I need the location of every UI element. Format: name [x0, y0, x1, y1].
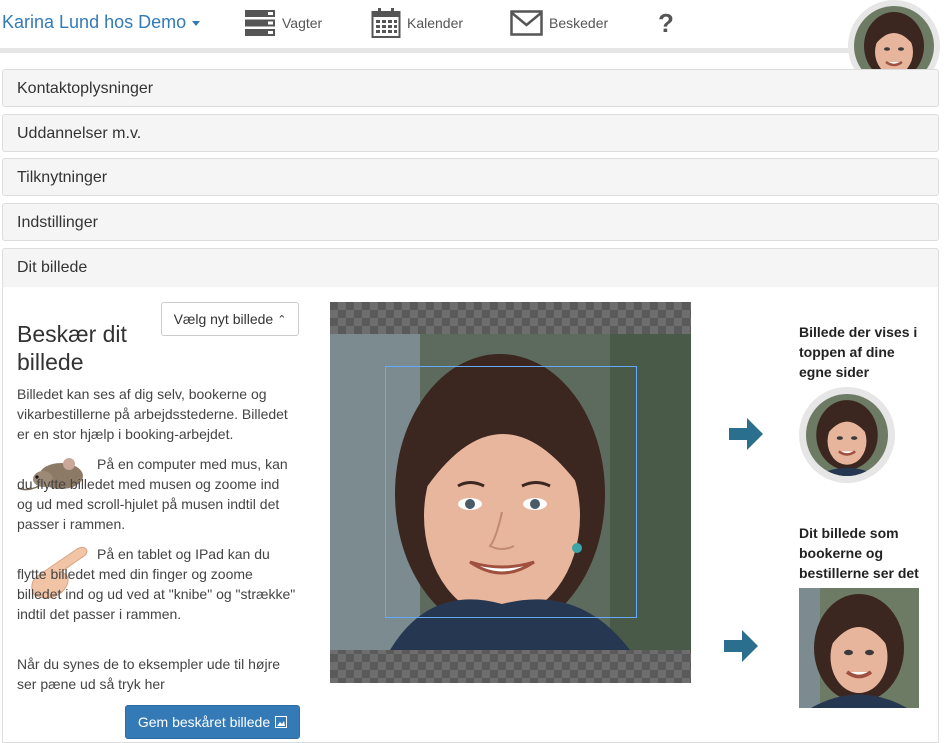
nav-label: Beskeder — [549, 15, 609, 31]
preview-circle-avatar — [799, 387, 895, 483]
save-button-label: Gem beskåret billede — [137, 714, 271, 730]
nav-item-beskeder[interactable]: Beskeder — [510, 6, 608, 40]
panel-indstillinger[interactable]: Indstillinger — [2, 203, 939, 241]
panel-tilknytninger[interactable]: Tilknytninger — [2, 158, 939, 196]
panel-title: Indstillinger — [17, 214, 98, 231]
choose-button-label: Vælg nyt billede — [173, 311, 274, 327]
preview-top-label: Billede der vises i toppen af dine egne … — [799, 324, 918, 380]
preview-square-photo — [799, 588, 919, 708]
nav-item-vagter[interactable]: Vagter — [244, 6, 322, 40]
panel-title: Dit billede — [17, 259, 88, 276]
calendar-icon — [371, 8, 401, 38]
panel-uddannelser[interactable]: Uddannelser m.v. — [2, 114, 939, 152]
crop-heading: Beskær dit billede — [17, 321, 127, 375]
panel-title: Tilknytninger — [17, 169, 108, 186]
nav-label: Vagter — [282, 15, 323, 31]
tablet-instruction-text: På en tablet og IPad kan du flytte bille… — [17, 546, 296, 622]
final-instruction-text: Når du synes de to eksempler ude til høj… — [17, 656, 281, 692]
preview-booker-label: Dit billede som bookerne og bestillerne … — [799, 525, 919, 581]
mouse-instruction-text: På en computer med mus, kan du flytte bi… — [17, 456, 288, 532]
panel-title: Uddannelser m.v. — [17, 125, 142, 142]
navbar-divider — [0, 48, 850, 53]
double-chevron-up-icon: ⌃ — [277, 313, 287, 326]
crop-frame[interactable] — [385, 366, 637, 618]
top-navbar: Karina Lund hos Demo Vagter Kalender Bes — [0, 0, 945, 48]
panel-kontaktoplysninger[interactable]: Kontaktoplysninger — [2, 69, 939, 107]
help-icon: ? — [658, 7, 674, 38]
user-menu-label: Karina Lund hos Demo — [2, 12, 187, 32]
envelope-icon — [510, 10, 543, 36]
caret-down-icon — [192, 20, 201, 26]
arrow-right-icon — [724, 630, 758, 662]
arrow-right-icon — [729, 418, 763, 450]
nav-label: Kalender — [407, 15, 464, 31]
choose-new-image-button[interactable]: Vælg nyt billede ⌃ — [161, 302, 299, 336]
nav-item-help[interactable]: ? — [658, 6, 674, 40]
shifts-icon — [245, 10, 275, 36]
intro-text: Billedet kan ses af dig selv, bookerne o… — [17, 386, 288, 442]
nav-item-kalender[interactable]: Kalender — [371, 6, 463, 40]
panel-title: Kontaktoplysninger — [17, 80, 154, 97]
save-cropped-image-button[interactable]: Gem beskåret billede — [125, 705, 300, 739]
image-icon — [275, 716, 288, 728]
user-menu[interactable]: Karina Lund hos Demo — [2, 12, 201, 33]
panel-dit-billede[interactable]: Dit billede — [2, 248, 939, 288]
